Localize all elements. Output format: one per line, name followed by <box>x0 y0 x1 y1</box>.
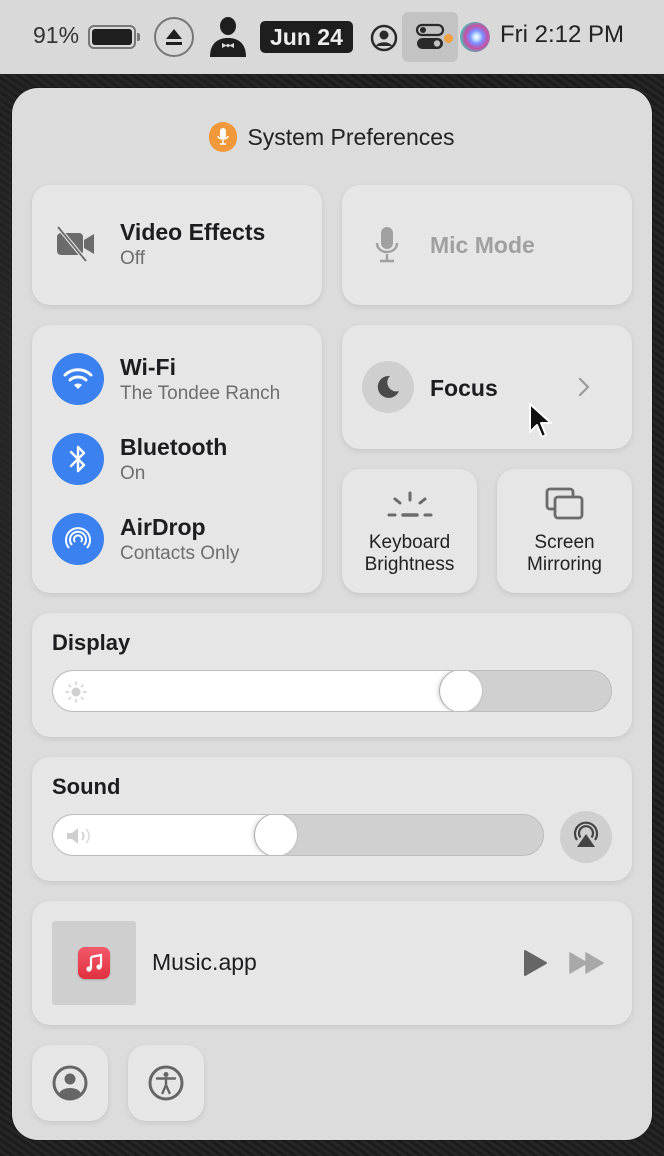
butler-icon[interactable] <box>206 15 250 57</box>
wifi-toggle[interactable]: Wi-Fi The Tondee Ranch <box>52 352 312 406</box>
display-brightness-slider[interactable] <box>52 670 612 712</box>
screen-mirroring-icon <box>545 487 585 526</box>
mic-in-use-indicator <box>444 34 453 43</box>
video-effects-status: Off <box>120 248 145 269</box>
keyboard-brightness-label-2: Brightness <box>364 554 455 575</box>
user-circle-icon <box>51 1064 89 1107</box>
date-badge[interactable]: Jun 24 <box>260 21 353 53</box>
screen-mirroring-tile[interactable]: Screen Mirroring <box>497 469 632 593</box>
mic-mode-tile[interactable]: Mic Mode <box>342 185 632 305</box>
screen-mirroring-label-1: Screen <box>534 532 595 553</box>
bluetooth-toggle[interactable]: Bluetooth On <box>52 432 312 486</box>
battery-percent: 91% <box>33 22 80 48</box>
accessibility-icon <box>147 1064 185 1107</box>
speaker-icon <box>65 825 95 852</box>
microphone-icon <box>209 122 238 152</box>
wifi-icon <box>52 353 104 405</box>
sound-tile: Sound <box>32 757 632 881</box>
display-tile: Display <box>32 613 632 737</box>
focus-title: Focus <box>430 375 498 401</box>
moon-icon <box>362 361 414 413</box>
chevron-right-icon[interactable] <box>578 377 590 402</box>
video-slash-icon <box>54 225 98 268</box>
bluetooth-icon <box>52 433 104 485</box>
focus-tile[interactable]: Focus <box>342 325 632 449</box>
now-playing-app: Music.app <box>152 949 257 975</box>
airdrop-toggle[interactable]: AirDrop Contacts Only <box>52 512 312 566</box>
accessibility-shortcuts-button[interactable] <box>128 1045 204 1121</box>
menu-bar: 91% Jun 24 Fri 2:12 PM <box>0 0 664 74</box>
user-icon[interactable] <box>370 24 398 52</box>
screen-mirroring-label-2: Mirroring <box>527 554 602 575</box>
airdrop-status: Contacts Only <box>120 542 240 564</box>
microphone-icon <box>374 225 400 270</box>
airdrop-title: AirDrop <box>120 513 206 540</box>
menu-bar-clock[interactable]: Fri 2:12 PM <box>500 21 624 49</box>
album-artwork[interactable] <box>52 921 136 1005</box>
mic-usage-header[interactable]: System Preferences <box>12 121 652 153</box>
music-app-icon <box>78 947 110 979</box>
slider-knob[interactable] <box>440 671 482 711</box>
bluetooth-status: On <box>120 462 146 484</box>
keyboard-brightness-icon <box>386 491 434 524</box>
eject-icon[interactable] <box>154 17 194 57</box>
volume-slider[interactable] <box>52 814 544 856</box>
keyboard-brightness-tile[interactable]: Keyboard Brightness <box>342 469 477 593</box>
wifi-title: Wi-Fi <box>120 353 176 380</box>
display-title: Display <box>52 630 131 655</box>
mouse-cursor-icon <box>528 402 554 447</box>
connectivity-tile: Wi-Fi The Tondee Ranch Bluetooth On AirD… <box>32 325 322 593</box>
airdrop-icon <box>52 513 104 565</box>
header-app-name: System Preferences <box>247 123 455 150</box>
keyboard-brightness-label-1: Keyboard <box>368 532 451 553</box>
control-center-panel: System Preferences Video Effects Off Mic… <box>12 88 652 1140</box>
wifi-network-name: The Tondee Ranch <box>120 382 281 404</box>
mic-mode-title: Mic Mode <box>430 232 535 258</box>
slider-knob[interactable] <box>254 815 297 855</box>
now-playing-tile: Music.app <box>32 901 632 1025</box>
airplay-audio-icon <box>572 821 600 854</box>
siri-icon[interactable] <box>460 22 490 52</box>
fast-forward-button[interactable] <box>569 952 605 979</box>
fast-user-switching-button[interactable] <box>32 1045 108 1121</box>
sound-title: Sound <box>52 774 121 799</box>
video-effects-tile[interactable]: Video Effects Off <box>32 185 322 305</box>
battery-icon[interactable] <box>88 25 140 49</box>
bluetooth-title: Bluetooth <box>120 433 228 460</box>
play-button[interactable] <box>522 949 548 982</box>
airplay-audio-button[interactable] <box>560 811 612 863</box>
slider-fill <box>53 671 461 711</box>
video-effects-title: Video Effects <box>120 219 266 245</box>
sun-icon <box>65 681 87 708</box>
